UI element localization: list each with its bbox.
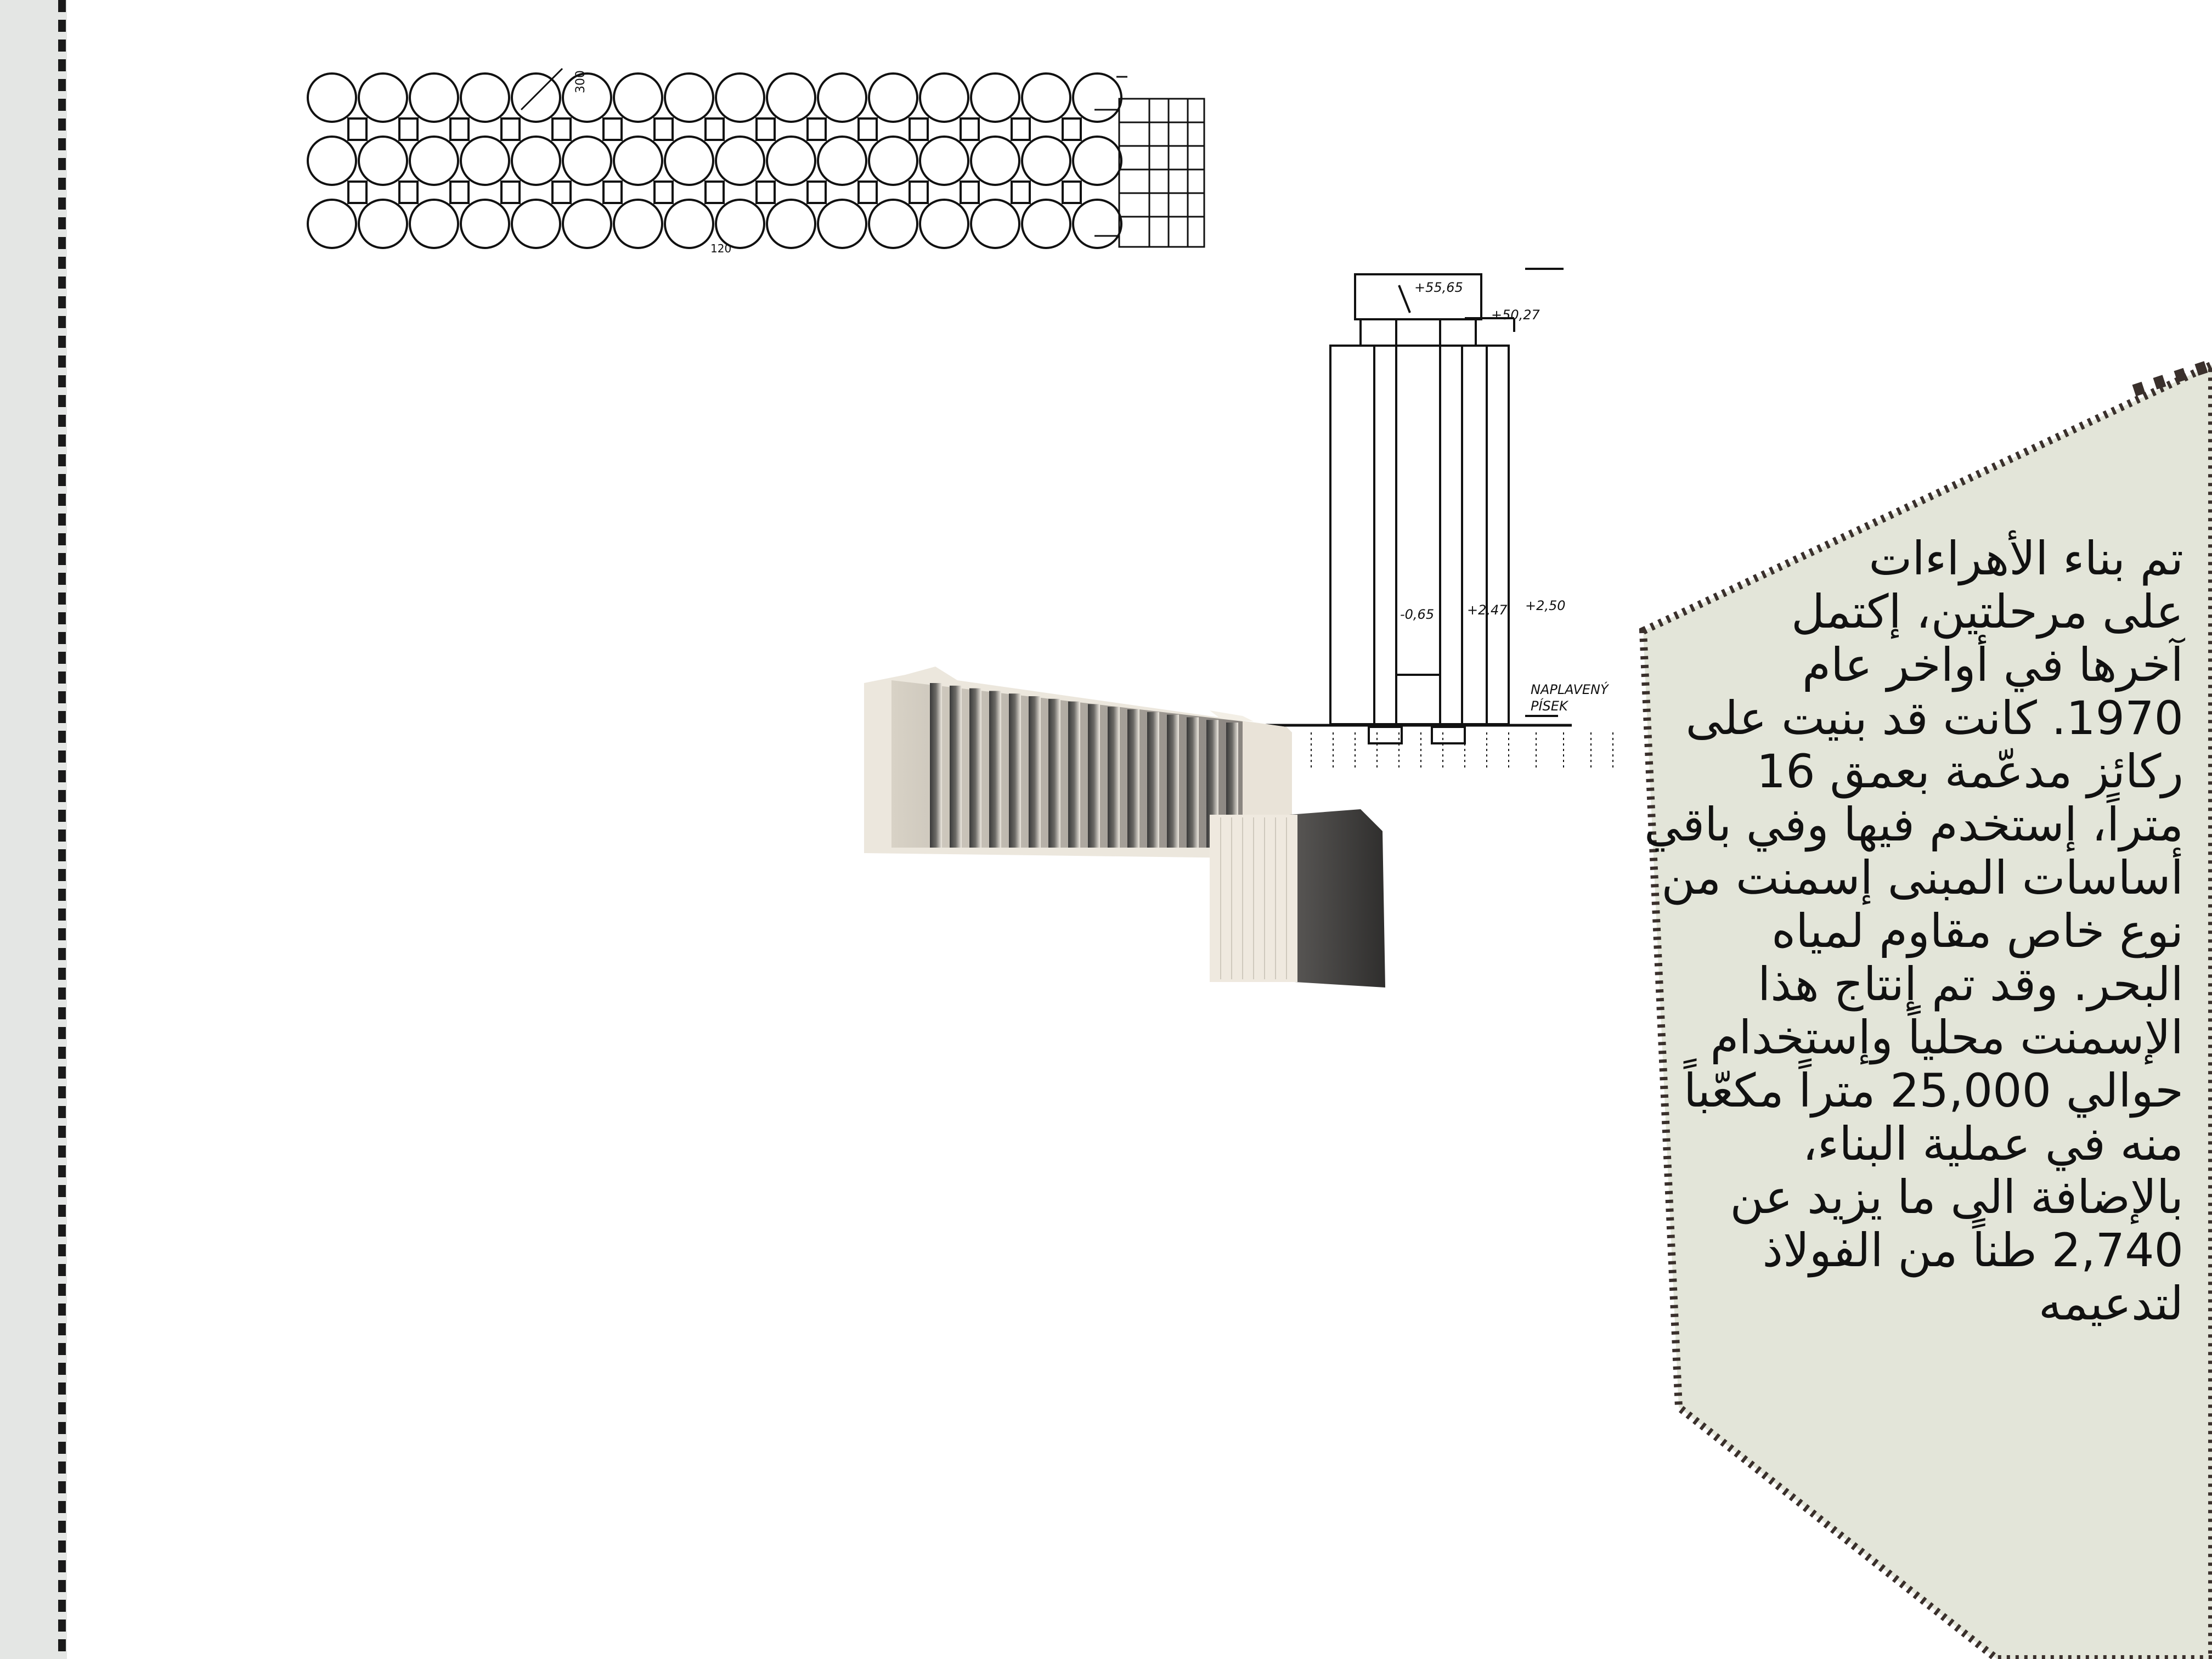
info-line: حوالي 25,000 متراً مكعّباً xyxy=(1683,1064,2183,1118)
info-line: 1970. كانت قد بنيت على xyxy=(1685,691,2183,745)
silo-construction-description: تم بناء الأهراءات على مرحلتين، إكتمل آخر… xyxy=(1644,532,2183,1330)
info-line: تم بناء الأهراءات xyxy=(1869,532,2183,585)
info-line: أساسات المبنى إسمنت من xyxy=(1661,851,2183,905)
info-line: الإسمنت محلياً وإستخدام xyxy=(1710,1011,2183,1064)
info-line: آخرها في أواخر عام xyxy=(1802,638,2183,692)
info-line: بالإضافة الى ما يزيد عن xyxy=(1730,1170,2183,1224)
info-line: البحر. وقد تم إنتاج هذا xyxy=(1757,957,2183,1011)
info-line: 2,740 طناً من الفولاذ xyxy=(1762,1223,2183,1277)
info-line: لتدعيمه xyxy=(2038,1277,2183,1330)
info-line: متراً، إستخدم فيها وفي باقي xyxy=(1644,798,2183,851)
info-line: منه في عملية البناء، xyxy=(1802,1117,2183,1171)
info-line: نوع خاص مقاوم لمياه xyxy=(1771,904,2183,958)
info-line: ركائز مدعّمة بعمق 16 xyxy=(1756,744,2183,798)
info-line: على مرحلتين، إكتمل xyxy=(1791,585,2183,639)
